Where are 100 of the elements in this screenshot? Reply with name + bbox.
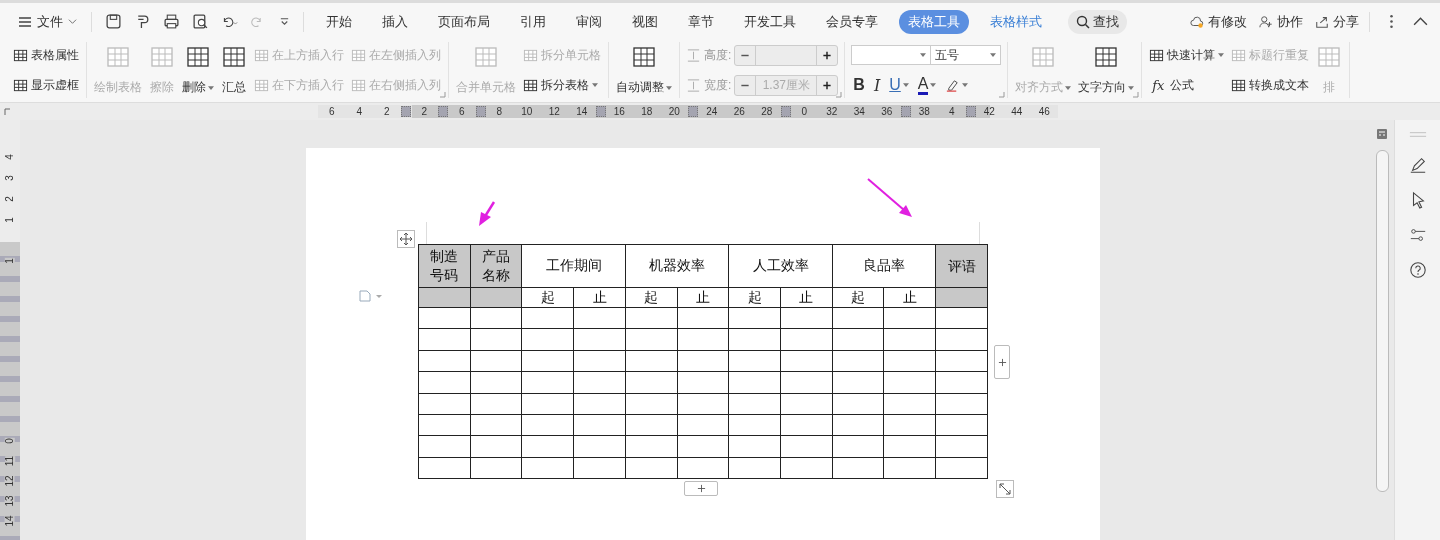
table-icon [221,44,247,70]
ribbon-button[interactable]: fx 公式 [1148,75,1226,95]
column-marker[interactable] [475,106,486,117]
ruler-number: 6 [327,106,336,117]
ruler-number: 36 [880,106,894,117]
ribbon-button[interactable]: 转换成文本 [1230,75,1311,95]
ruler-number: 32 [825,106,839,117]
ruler-number: 11 [5,455,15,467]
page-navigation-icon[interactable] [1376,128,1388,140]
table-icon [523,47,538,63]
underline-button[interactable]: U [887,76,911,95]
column-header: 机器效率 [649,257,706,273]
collaborate-button[interactable]: 协作 [1259,12,1303,31]
table-icon [1316,44,1343,70]
ribbon-tab[interactable]: 会员专享 [817,9,887,34]
color-button[interactable]: A [915,75,939,95]
move-icon[interactable] [397,230,415,248]
settings-sliders-icon[interactable] [1408,226,1427,244]
ruler-number: 24 [705,106,719,117]
row-size-icon [686,77,701,93]
document-icon[interactable] [358,290,384,302]
ruler-number: 1 [5,217,15,223]
ruler-number: 20 [667,106,681,117]
pen-icon[interactable] [1408,156,1427,174]
column-header: 人工效率 [752,257,809,273]
highlighter-icon [945,77,961,93]
column-marker[interactable] [780,106,791,117]
caret-icon [990,53,997,58]
caret-icon [920,53,927,58]
ribbon-tab[interactable]: 开始 [317,9,361,34]
ruler-number: 4 [355,106,364,117]
ribbon-tab[interactable]: 插入 [373,9,417,34]
print-icon[interactable] [163,13,180,30]
table-icon [1149,47,1165,63]
ribbon-tab[interactable]: 开发工具 [735,9,805,34]
table-icon [1093,44,1120,70]
tab-stop-icon[interactable] [4,107,12,116]
ribbon-button[interactable]: 表格属性 [12,45,80,65]
ruler-number: 14 [575,106,589,117]
table-icon [105,44,131,70]
ruler-number: 3 [5,175,15,181]
table-icon [254,77,269,93]
share-icon [1315,14,1329,29]
ribbon-button[interactable]: 文字方向 [1077,42,1136,98]
column-header: 评语 [946,256,977,276]
ribbon-tab[interactable]: 引用 [511,9,555,34]
table-icon [631,44,657,70]
ribbon-button[interactable]: 自动调整 [615,42,673,98]
resize-handle-icon[interactable] [996,480,1014,499]
ribbon-button[interactable]: 拆分表格 [522,75,602,95]
column-marker[interactable] [595,106,606,117]
ribbon-tab[interactable]: 章节 [679,9,723,34]
column-marker[interactable] [900,106,911,117]
column-header: 产品名称 [481,247,512,285]
search-button[interactable]: 查找 [1068,9,1127,34]
scrollbar-thumb[interactable] [1375,150,1389,492]
column-subheader: 止 [902,288,917,305]
more-icon[interactable] [279,16,290,27]
font-name-field[interactable] [851,45,932,66]
file-menu[interactable]: 文件 [14,9,81,34]
add-row-button[interactable] [684,481,718,497]
annotation-arrow [479,201,496,226]
column-marker[interactable] [438,106,448,117]
ribbon-tab[interactable]: 视图 [623,9,667,34]
ribbon-button[interactable]: 显示虚框 [12,75,80,95]
ruler-number: 1 [5,258,15,264]
ruler-number: 16 [612,106,626,117]
column-subheader: 起 [851,288,866,305]
ribbon-tab[interactable]: 表格样式 [981,9,1051,34]
caret-icon [1218,53,1225,57]
add-user-icon [1259,14,1273,29]
italic-button[interactable]: I [871,75,883,95]
print-preview-icon[interactable] [192,13,209,30]
ribbon-button[interactable]: 快速计算 [1148,45,1226,65]
row-size-icon [686,47,701,63]
ruler-number: 10 [520,106,534,117]
field-label: 高度: [704,46,732,64]
ribbon-button[interactable]: 汇总 [220,42,248,98]
changes-button[interactable]: 有修改 [1190,12,1247,31]
ribbon-button[interactable]: 删除 [181,42,215,98]
column-marker[interactable] [400,106,411,117]
save-icon[interactable] [105,13,122,30]
add-column-button[interactable] [994,345,1010,379]
caret-icon [930,83,937,88]
table-icon [1231,77,1247,93]
font-size-field[interactable]: 五号 [931,45,1002,66]
help-icon[interactable] [1408,261,1427,279]
bold-button[interactable]: B [851,76,867,95]
plus-icon [997,357,1007,367]
column-subheader: 止 [592,288,607,305]
table-icon [351,47,366,63]
column-marker[interactable] [965,106,976,117]
ruler-number: 38 [917,106,931,117]
column-marker[interactable] [688,106,698,117]
ribbon-tab[interactable]: 页面布局 [429,9,499,34]
ribbon-tab[interactable]: 审阅 [567,9,611,34]
ruler-number: 2 [420,106,429,117]
column-subheader: 止 [799,288,814,305]
share-button[interactable]: 分享 [1315,12,1359,31]
table-icon [473,44,499,70]
